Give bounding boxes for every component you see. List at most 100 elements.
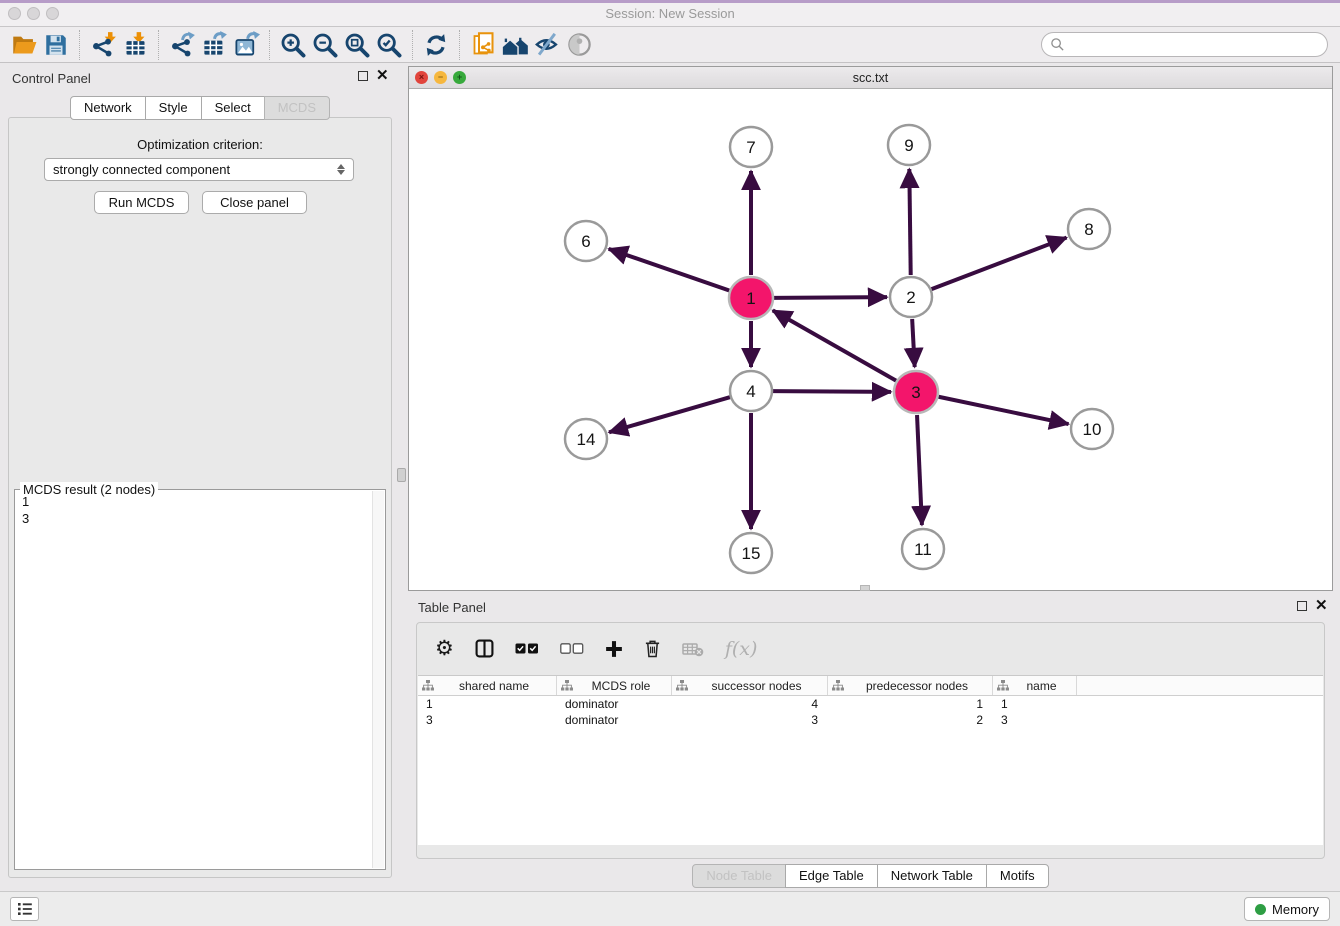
edge-4-3[interactable] (773, 391, 891, 392)
criterion-dropdown[interactable]: strongly connected component (44, 158, 354, 181)
svg-text:9: 9 (904, 136, 913, 155)
node-8[interactable]: 8 (1068, 209, 1110, 249)
zoom-fit-icon[interactable] (341, 29, 373, 61)
edge-2-8[interactable] (932, 238, 1067, 290)
edge-3-10[interactable] (939, 397, 1069, 424)
node-15[interactable]: 15 (730, 533, 772, 573)
tab-mcds[interactable]: MCDS (264, 96, 330, 120)
export-image-icon[interactable] (230, 29, 262, 61)
close-panel-icon[interactable]: ✕ (376, 71, 389, 81)
tab-network[interactable]: Network (70, 96, 146, 120)
tab-select[interactable]: Select (201, 96, 265, 120)
control-panel-window-icons: ✕ (358, 71, 389, 81)
import-network-icon[interactable] (87, 29, 119, 61)
column-header-name[interactable]: name (993, 676, 1077, 695)
column-header-predecessor-nodes[interactable]: predecessor nodes (828, 676, 993, 695)
export-table-icon[interactable] (198, 29, 230, 61)
save-session-icon[interactable] (40, 29, 72, 61)
task-history-button[interactable] (10, 897, 39, 921)
search-input[interactable] (1070, 37, 1319, 52)
home-icon[interactable] (499, 29, 531, 61)
edge-1-2[interactable] (774, 297, 887, 298)
close-table-panel-icon[interactable]: ✕ (1315, 601, 1328, 611)
tab-node-table[interactable]: Node Table (692, 864, 786, 888)
node-1[interactable]: 1 (729, 277, 773, 319)
mcds-result-title: MCDS result (2 nodes) (20, 482, 158, 497)
export-network-icon[interactable] (166, 29, 198, 61)
select-all-icon[interactable] (515, 643, 539, 654)
node-3[interactable]: 3 (894, 371, 938, 413)
memory-button[interactable]: Memory (1244, 897, 1330, 921)
column-header-MCDS-role[interactable]: MCDS role (557, 676, 672, 695)
edge-3-1[interactable] (773, 310, 896, 380)
cell-successor-nodes[interactable]: 4 (672, 697, 828, 711)
function-builder-icon[interactable]: f(x) (725, 638, 758, 660)
toolbar-separator (79, 30, 80, 60)
zoom-out-icon[interactable] (309, 29, 341, 61)
tab-edge-table[interactable]: Edge Table (785, 864, 878, 888)
edge-2-9[interactable] (909, 169, 910, 275)
cell-predecessor-nodes[interactable]: 2 (828, 713, 993, 727)
svg-text:7: 7 (746, 138, 755, 157)
edge-1-6[interactable] (609, 249, 730, 291)
delete-table-icon[interactable] (682, 641, 704, 657)
result-scrollbar[interactable] (372, 491, 384, 868)
tab-network-table[interactable]: Network Table (877, 864, 987, 888)
run-mcds-button[interactable]: Run MCDS (94, 191, 189, 214)
node-4[interactable]: 4 (730, 371, 772, 411)
close-panel-button[interactable]: Close panel (202, 191, 307, 214)
tab-motifs[interactable]: Motifs (986, 864, 1049, 888)
node-14[interactable]: 14 (565, 419, 607, 459)
tab-style[interactable]: Style (145, 96, 202, 120)
horizontal-splitter-handle[interactable] (860, 585, 870, 591)
cell-MCDS-role[interactable]: dominator (557, 713, 672, 727)
network-canvas[interactable]: 7 9 6 8 1 2 4 3 14 10 15 11 (409, 89, 1332, 590)
table-row[interactable]: 3dominator323 (418, 712, 1323, 728)
show-columns-icon[interactable] (475, 639, 494, 658)
zoom-selected-icon[interactable] (373, 29, 405, 61)
table-row[interactable]: 1dominator411 (418, 696, 1323, 712)
column-header-shared-name[interactable]: shared name (418, 676, 557, 695)
cell-successor-nodes[interactable]: 3 (672, 713, 828, 727)
node-11[interactable]: 11 (902, 529, 944, 569)
node-9[interactable]: 9 (888, 125, 930, 165)
cell-name[interactable]: 3 (993, 713, 1077, 727)
cell-shared-name[interactable]: 1 (418, 697, 557, 711)
table-panel-title: Table Panel (418, 600, 486, 615)
hide-panels-icon[interactable] (531, 29, 563, 61)
show-panels-icon[interactable] (563, 29, 595, 61)
cell-predecessor-nodes[interactable]: 1 (828, 697, 993, 711)
svg-text:8: 8 (1084, 220, 1093, 239)
node-6[interactable]: 6 (565, 221, 607, 261)
clone-network-icon[interactable] (467, 29, 499, 61)
table-settings-icon[interactable]: ⚙ (435, 638, 454, 659)
apply-layout-icon[interactable] (420, 29, 452, 61)
column-header-successor-nodes[interactable]: successor nodes (672, 676, 828, 695)
network-window-titlebar[interactable]: × − + scc.txt (409, 67, 1332, 89)
cell-MCDS-role[interactable]: dominator (557, 697, 672, 711)
network-window-title: scc.txt (409, 71, 1332, 85)
delete-row-icon[interactable] (644, 639, 661, 658)
search-field[interactable] (1041, 32, 1328, 57)
open-session-icon[interactable] (8, 29, 40, 61)
add-row-icon[interactable] (605, 640, 623, 658)
float-panel-icon[interactable] (358, 71, 368, 81)
deselect-all-icon[interactable] (560, 643, 584, 654)
float-table-panel-icon[interactable] (1297, 601, 1307, 611)
node-table-header: shared nameMCDS rolesuccessor nodesprede… (418, 676, 1323, 696)
toolbar-separator (158, 30, 159, 60)
edge-3-11[interactable] (917, 415, 922, 525)
cell-name[interactable]: 1 (993, 697, 1077, 711)
vertical-splitter-handle[interactable] (397, 468, 406, 482)
import-table-icon[interactable] (119, 29, 151, 61)
edge-2-3[interactable] (912, 319, 915, 367)
table-panel-window-icons: ✕ (1297, 601, 1328, 611)
toolbar-separator (412, 30, 413, 60)
node-10[interactable]: 10 (1071, 409, 1113, 449)
cell-shared-name[interactable]: 3 (418, 713, 557, 727)
zoom-in-icon[interactable] (277, 29, 309, 61)
edge-4-14[interactable] (609, 397, 730, 432)
node-2[interactable]: 2 (890, 277, 932, 317)
node-7[interactable]: 7 (730, 127, 772, 167)
app-title: Session: New Session (0, 6, 1340, 21)
